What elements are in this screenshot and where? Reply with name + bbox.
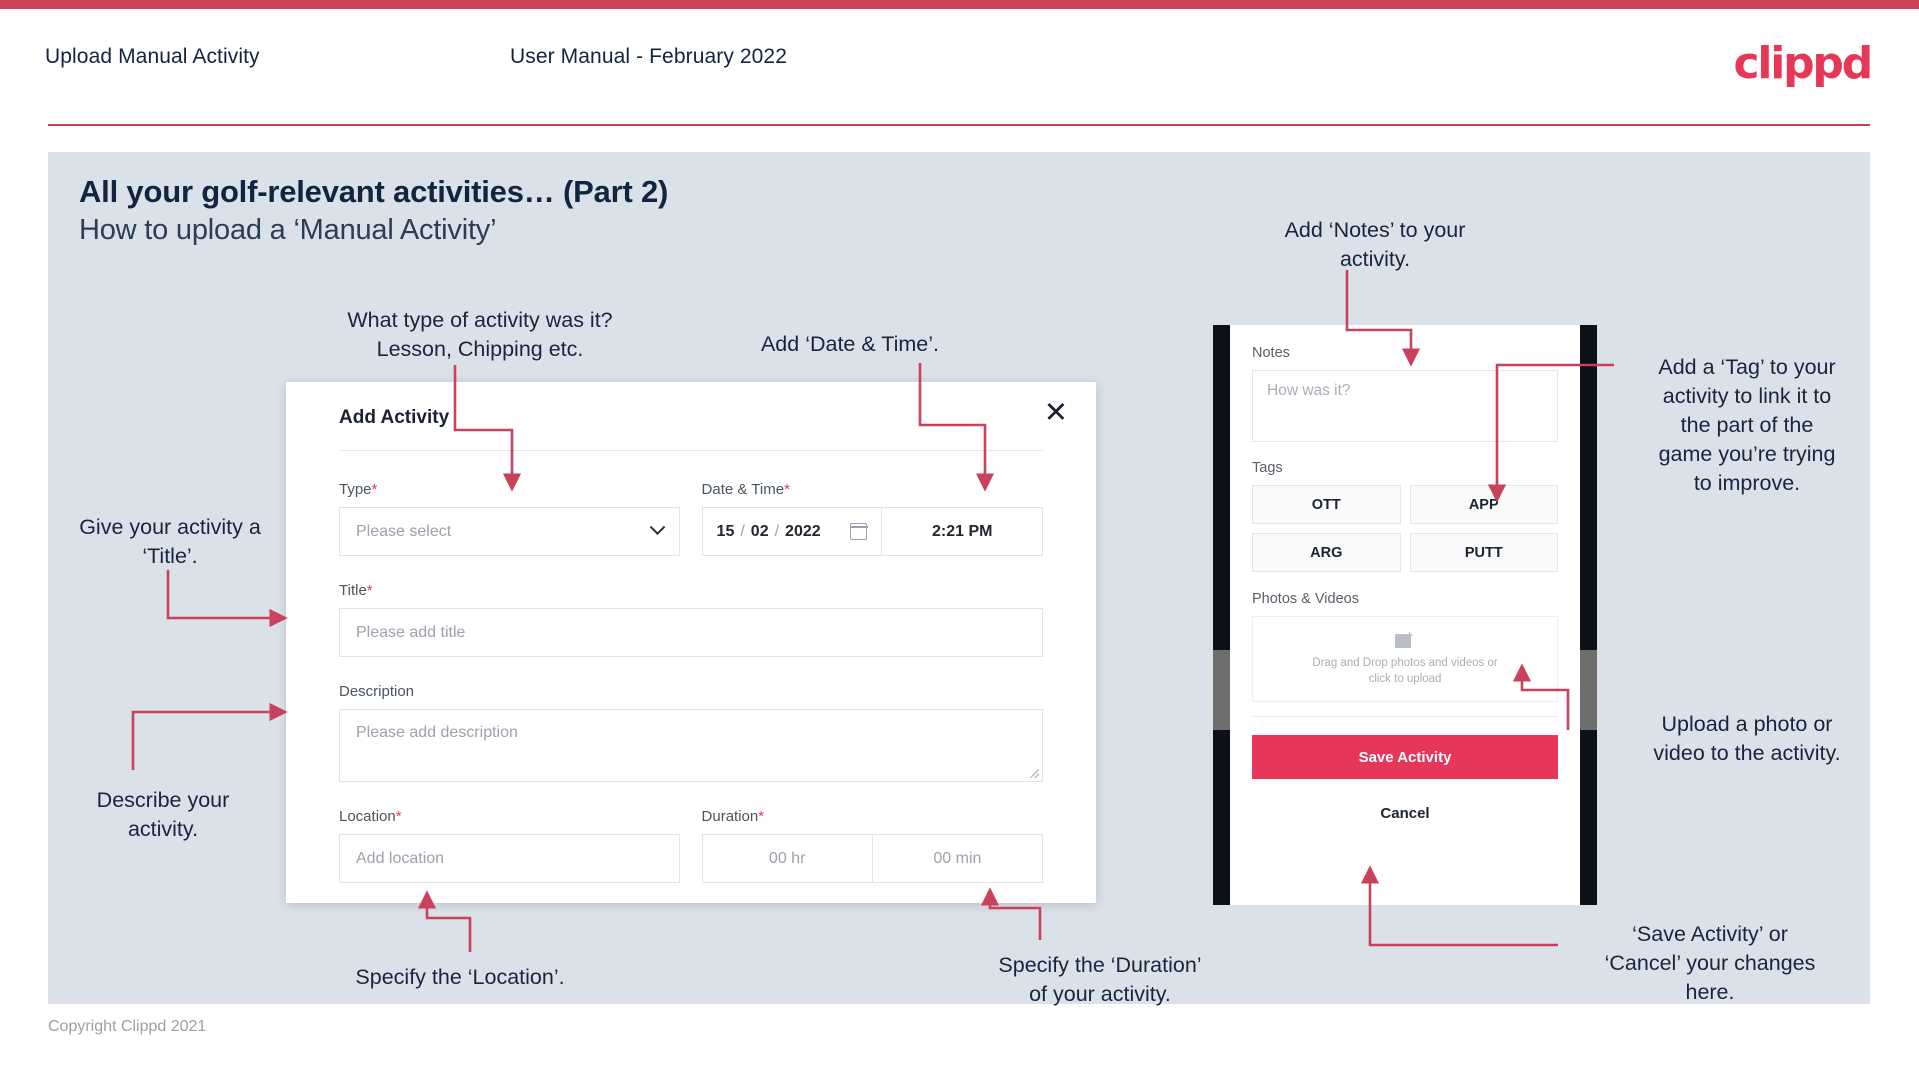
- slide-subheading: How to upload a ‘Manual Activity’: [79, 214, 497, 246]
- calendar-icon[interactable]: [849, 523, 869, 540]
- clippd-logo: clippd: [1733, 38, 1873, 89]
- phone-bezel-left: [1213, 325, 1230, 905]
- header-divider: [48, 124, 1870, 126]
- phone-bezel-right: [1580, 325, 1597, 905]
- required-marker: *: [758, 808, 765, 825]
- slide-page: Upload Manual Activity User Manual - Feb…: [0, 0, 1919, 1079]
- description-label: Description: [339, 683, 415, 700]
- datetime-label: Date & Time*: [702, 481, 1043, 498]
- chevron-down-icon: [649, 519, 665, 536]
- field-duration: Duration* 00 hr 00 min: [701, 808, 1043, 883]
- duration-label-text: Duration: [701, 808, 759, 825]
- field-title: Title* Please add title: [339, 582, 1043, 657]
- annotation-duration: Specify the ‘Duration’ of your activity.: [998, 953, 1202, 1006]
- notes-label: Notes: [1252, 345, 1290, 361]
- field-type: Type* Please select: [339, 481, 680, 556]
- row-location-duration: Location* Add location Duration* 00 hr 0…: [339, 808, 1043, 883]
- close-icon[interactable]: ✕: [1044, 398, 1068, 427]
- field-location: Location* Add location: [339, 808, 680, 883]
- slide-heading: All your golf-relevant activities… (Part…: [79, 174, 669, 209]
- annotation-title: Give your activity a ‘Title’.: [79, 515, 261, 568]
- location-label-text: Location: [339, 808, 396, 825]
- dialog-divider: [339, 450, 1043, 451]
- title-label: Title*: [339, 582, 1043, 599]
- time-input[interactable]: 2:21 PM: [882, 508, 1042, 555]
- date-sep: /: [740, 522, 745, 540]
- dropzone-text: Drag and Drop photos and videos or click…: [1312, 655, 1497, 687]
- duration-hours-input[interactable]: 00 hr: [703, 835, 872, 882]
- type-select[interactable]: Please select: [339, 507, 680, 556]
- notes-textarea[interactable]: How was it?: [1252, 370, 1558, 442]
- required-marker: *: [366, 582, 373, 599]
- cancel-button[interactable]: Cancel: [1252, 805, 1558, 822]
- dropzone-line-2: click to upload: [1368, 672, 1442, 685]
- dropzone-line-1: Drag and Drop photos and videos or: [1312, 656, 1498, 669]
- dialog-header: Add Activity ✕: [286, 382, 1096, 450]
- datetime-label-text: Date & Time: [701, 481, 785, 498]
- annotation-type: What type of activity was it? Lesson, Chi…: [347, 308, 613, 361]
- photos-videos-label: Photos & Videos: [1252, 591, 1359, 607]
- date-sep: /: [774, 522, 780, 540]
- type-label-text: Type: [339, 481, 372, 498]
- footer-copyright: Copyright Clippd 2021: [48, 1018, 207, 1035]
- date-month: 02: [750, 522, 769, 540]
- duration-control: 00 hr 00 min: [701, 834, 1043, 883]
- date-input[interactable]: 15 / 02 / 2022: [703, 508, 883, 555]
- location-label: Location*: [339, 808, 680, 825]
- add-image-icon: +: [1395, 629, 1415, 649]
- field-description: Description Please add description: [339, 683, 1043, 782]
- date-day: 15: [716, 522, 735, 540]
- required-marker: *: [371, 481, 378, 498]
- location-input[interactable]: Add location: [339, 834, 680, 883]
- annotation-tags: Add a ‘Tag’ to your activity to link it t…: [1658, 355, 1836, 495]
- photo-upload-dropzone[interactable]: + Drag and Drop photos and videos or cli…: [1252, 616, 1558, 702]
- annotation-datetime: Add ‘Date & Time’.: [760, 332, 940, 356]
- phone-screen: Notes How was it? Tags OTT APP ARG PUTT …: [1230, 325, 1580, 905]
- dialog-title: Add Activity: [339, 407, 450, 428]
- tag-app[interactable]: APP: [1409, 485, 1558, 524]
- screen-divider: [1252, 716, 1558, 717]
- save-activity-button[interactable]: Save Activity: [1252, 735, 1558, 779]
- annotation-notes: Add ‘Notes’ to your activity.: [1284, 218, 1466, 271]
- duration-minutes-input[interactable]: 00 min: [871, 835, 1042, 882]
- header-subtitle: User Manual - February 2022: [510, 45, 787, 68]
- required-marker: *: [395, 808, 402, 825]
- page-title: Upload Manual Activity: [45, 45, 260, 68]
- type-placeholder: Please select: [356, 522, 452, 540]
- description-textarea[interactable]: Please add description: [339, 709, 1043, 782]
- tag-putt[interactable]: PUTT: [1409, 533, 1558, 572]
- tag-ott[interactable]: OTT: [1252, 485, 1401, 524]
- title-input[interactable]: Please add title: [339, 608, 1043, 657]
- activity-form: Type* Please select Date & Time* 15 / 02…: [339, 481, 1043, 883]
- duration-label: Duration*: [702, 808, 1043, 825]
- top-accent-bar: [0, 0, 1919, 9]
- annotation-save-cancel: ‘Save Activity’ or ‘Cancel’ your changes h…: [1604, 922, 1816, 1004]
- annotation-upload: Upload a photo or video to the activity.: [1653, 712, 1841, 765]
- date-year: 2022: [785, 522, 821, 540]
- title-label-text: Title: [339, 582, 367, 599]
- row-type-datetime: Type* Please select Date & Time* 15 / 02…: [339, 481, 1043, 556]
- tags-label: Tags: [1252, 460, 1283, 476]
- annotation-location: Specify the ‘Location’.: [355, 965, 565, 989]
- tag-arg[interactable]: ARG: [1252, 533, 1401, 572]
- tags-grid: OTT APP ARG PUTT: [1252, 485, 1558, 572]
- type-label: Type*: [339, 481, 680, 498]
- phone-mockup: Notes How was it? Tags OTT APP ARG PUTT …: [1213, 325, 1597, 905]
- add-activity-dialog: Add Activity ✕ Type* Please select Date: [286, 382, 1096, 903]
- datetime-control: 15 / 02 / 2022 2:21 PM: [701, 507, 1043, 556]
- annotation-description: Describe your activity.: [96, 788, 230, 841]
- required-marker: *: [784, 481, 790, 498]
- field-datetime: Date & Time* 15 / 02 / 2022 2:21 PM: [701, 481, 1043, 556]
